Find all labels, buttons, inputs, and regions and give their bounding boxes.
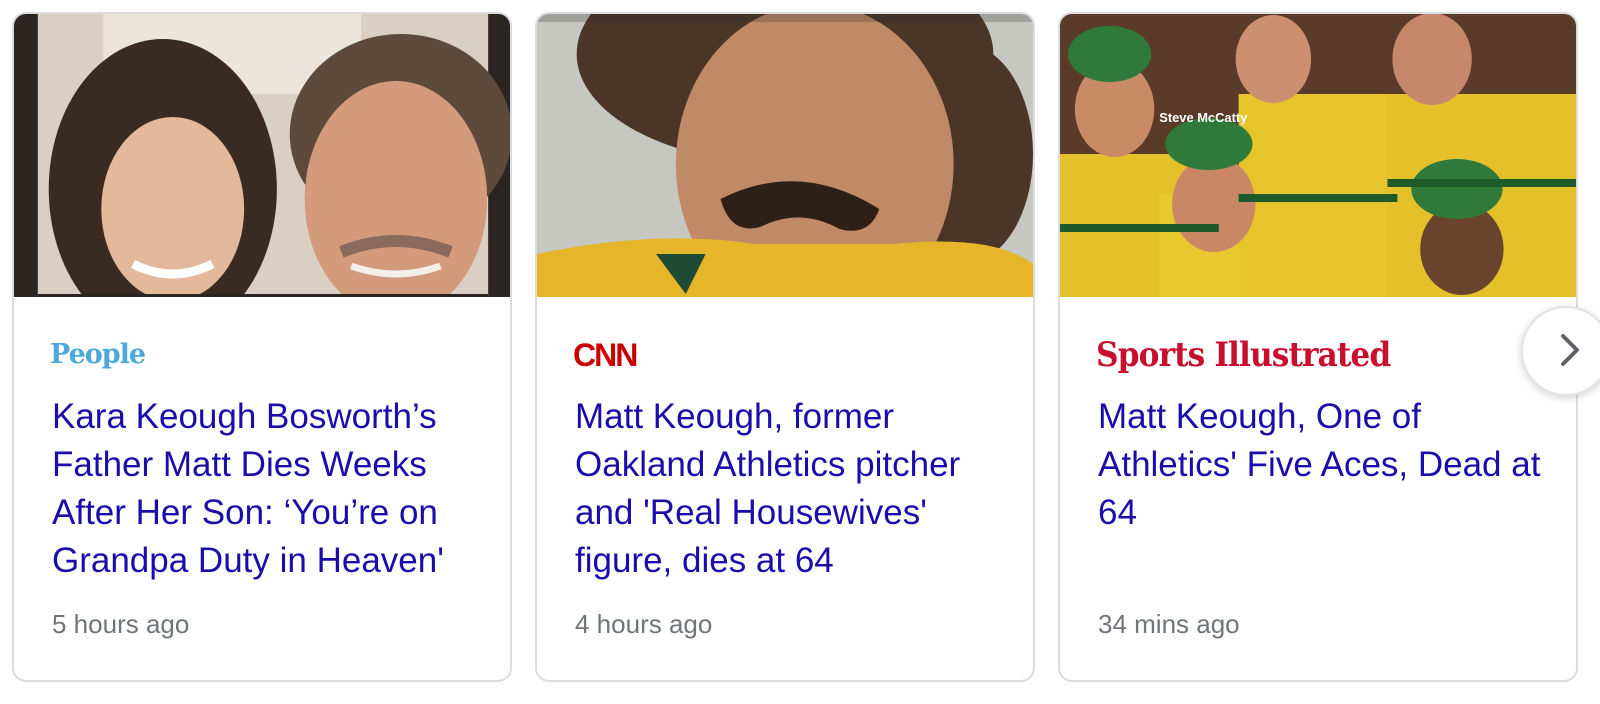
thumbnail-caption: Steve McCatty	[1159, 110, 1248, 125]
news-carousel: People Kara Keough Bosworth’s Father Mat…	[0, 0, 1600, 704]
timestamp: 5 hours ago	[52, 609, 190, 639]
news-card[interactable]: CNN Matt Keough, former Oakland Athletic…	[535, 12, 1035, 682]
timestamp: 4 hours ago	[575, 609, 713, 639]
source-logo-sports-illustrated: Sports Illustrated	[1096, 335, 1391, 375]
news-headline[interactable]: Kara Keough Bosworth’s Father Matt Dies …	[52, 393, 480, 585]
timestamp: 34 mins ago	[1098, 609, 1240, 639]
news-card[interactable]: People Kara Keough Bosworth’s Father Mat…	[12, 12, 512, 682]
news-headline[interactable]: Matt Keough, former Oakland Athletics pi…	[575, 393, 1003, 585]
news-thumbnail: Steve McCatty	[1060, 14, 1576, 297]
news-headline[interactable]: Matt Keough, One of Athletics' Five Aces…	[1098, 393, 1546, 537]
source-logo-people: People	[50, 339, 146, 370]
news-thumbnail	[14, 14, 510, 297]
news-thumbnail	[537, 14, 1033, 297]
source-logo-cnn: CNN	[573, 337, 638, 373]
chevron-right-icon	[1561, 334, 1579, 366]
news-card[interactable]: Steve McCatty Sports Illustrated Matt Ke…	[1058, 12, 1578, 682]
